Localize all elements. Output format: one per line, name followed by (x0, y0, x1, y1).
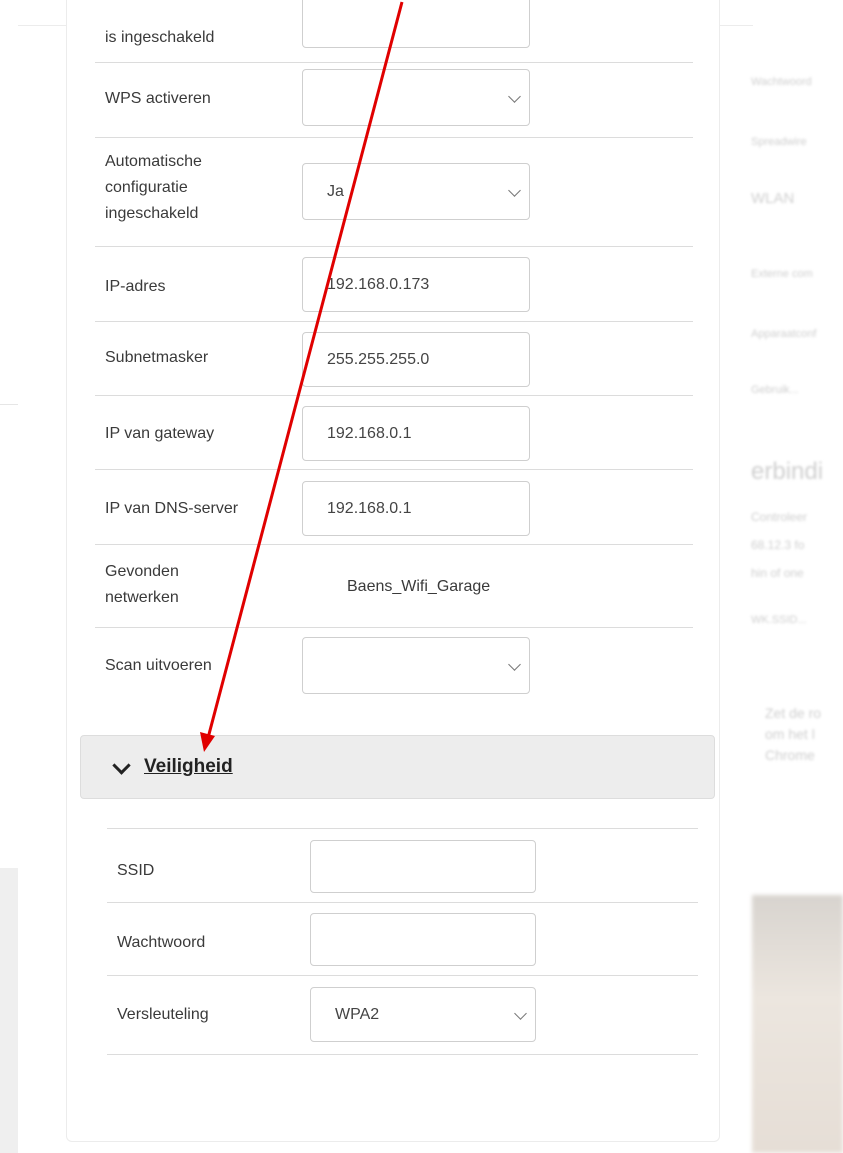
bg-text: hin of one (751, 566, 804, 580)
row-label: IP-adres (105, 278, 166, 295)
row-label: Subnetmasker (105, 349, 209, 366)
security-section-header[interactable]: Veiligheid (80, 735, 715, 799)
ssid-input[interactable] (310, 840, 536, 893)
input-value: 255.255.255.0 (327, 350, 430, 368)
bg-text: Controleer (751, 510, 808, 524)
row-gateway: IP van gateway 192.168.0.1 (95, 395, 693, 470)
select-value: WPA2 (335, 1005, 380, 1023)
row-label: is ingeschakeld (105, 29, 215, 46)
input-value: 192.168.0.1 (327, 499, 412, 517)
chevron-down-icon (112, 756, 131, 775)
background-left-strip (0, 868, 18, 1153)
background-photo (752, 895, 843, 1153)
chevron-down-icon (514, 1006, 527, 1020)
row-scan: Scan uitvoeren (95, 627, 693, 703)
bg-text: om het l (765, 726, 815, 742)
bg-text: Zet de ro (765, 705, 822, 721)
bg-text: WK.SSID... (751, 614, 807, 626)
bg-text: Apparaatconf (751, 328, 817, 340)
select-value: Ja (327, 182, 344, 200)
row-wps: WPS activeren (95, 62, 693, 138)
input-value: 192.168.0.1 (327, 424, 412, 442)
row-label: WPS activeren (105, 90, 211, 107)
row-label: SSID (117, 862, 155, 879)
input-value: 192.168.0.173 (327, 275, 430, 293)
bg-text: 68.12.3 fo (751, 538, 805, 552)
row-label: Automatische configuratie ingeschakeld (105, 153, 202, 222)
row-ip-address: IP-adres 192.168.0.173 (95, 246, 693, 322)
encryption-select[interactable]: WPA2 (310, 987, 536, 1042)
password-input[interactable] (310, 913, 536, 966)
security-section-title[interactable]: Veiligheid (144, 756, 233, 778)
chevron-down-icon (508, 183, 521, 197)
row-dns: IP van DNS-server 192.168.0.1 (95, 469, 693, 545)
row-auto-config: Automatische configuratie ingeschakeld J… (95, 137, 693, 247)
row-password: Wachtwoord (107, 902, 698, 976)
bg-text: Gebruik... (751, 384, 799, 396)
auto-config-select[interactable]: Ja (302, 163, 530, 220)
row-label: IP van gateway (105, 425, 215, 442)
networks-found-value: Baens_Wifi_Garage (347, 578, 491, 595)
row-networks-found: Gevonden netwerken Baens_Wifi_Garage (95, 544, 693, 628)
ip-address-input[interactable]: 192.168.0.173 (302, 257, 530, 312)
row-encryption: Versleuteling WPA2 (107, 975, 698, 1055)
chevron-down-icon (508, 89, 521, 103)
scan-select[interactable] (302, 637, 530, 694)
row-label: IP van DNS-server (105, 500, 239, 517)
bg-text: WLAN (751, 190, 795, 207)
row-label: Wachtwoord (117, 934, 206, 951)
row-enabled: is ingeschakeld (95, 0, 693, 63)
row-label: Versleuteling (117, 1006, 209, 1023)
row-subnet: Subnetmasker 255.255.255.0 (95, 321, 693, 396)
dns-input[interactable]: 192.168.0.1 (302, 481, 530, 536)
bg-text: Chrome (765, 747, 815, 763)
bg-text: Externe com (751, 268, 813, 280)
wps-select[interactable] (302, 69, 530, 126)
row-ssid: SSID (107, 829, 698, 903)
enabled-field[interactable] (302, 0, 530, 48)
security-form: SSID Wachtwoord Versleuteling WPA2 (107, 828, 698, 1055)
chevron-down-icon (508, 657, 521, 671)
gateway-input[interactable]: 192.168.0.1 (302, 406, 530, 461)
row-label: Scan uitvoeren (105, 657, 212, 674)
bg-text: Wachtwoord (751, 76, 812, 88)
bg-text: Spreadwire (751, 136, 807, 148)
row-label: Gevonden netwerken (105, 563, 179, 606)
bg-text: erbindi (751, 458, 824, 485)
left-divider (0, 404, 18, 405)
subnet-input[interactable]: 255.255.255.0 (302, 332, 530, 387)
